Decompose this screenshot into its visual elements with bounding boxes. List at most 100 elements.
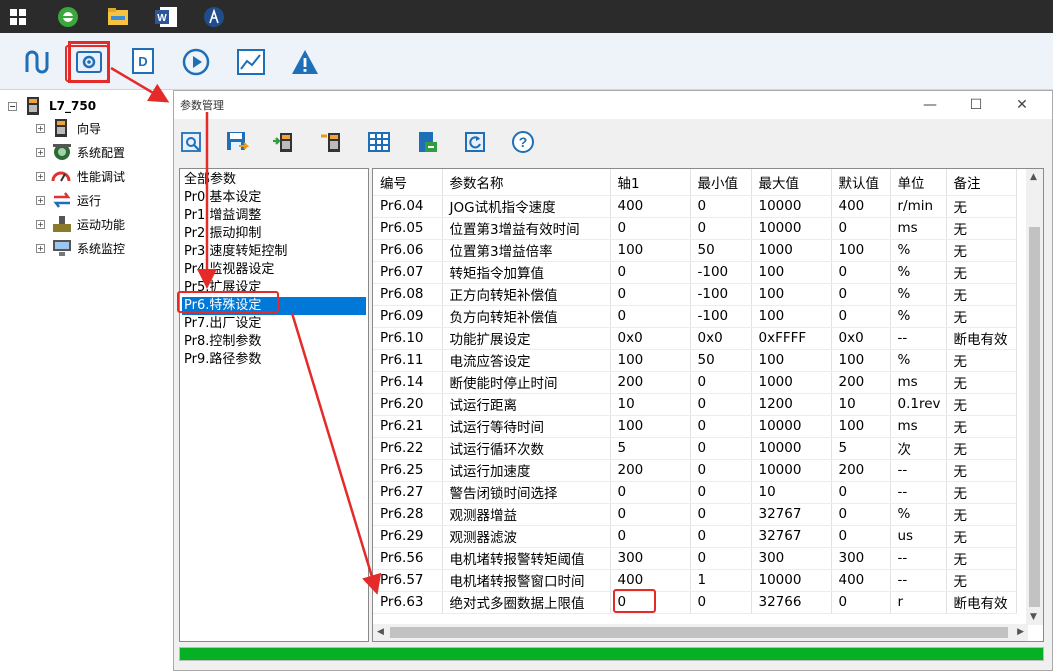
axis1-value-cell[interactable]: 200 — [610, 371, 691, 394]
column-header[interactable]: 参数名称 — [442, 169, 611, 196]
tree-item-motion-function[interactable]: + 运动功能 — [36, 213, 125, 235]
reset-icon[interactable] — [460, 127, 490, 157]
search-params-icon[interactable] — [177, 127, 207, 157]
tree-item-performance-tuning[interactable]: + 性能调试 — [36, 165, 125, 187]
axis1-value-cell[interactable]: 0 — [610, 261, 691, 284]
axis1-value-cell[interactable]: 200 — [610, 459, 691, 482]
tree-item-wizard[interactable]: + 向导 — [36, 117, 101, 139]
save-icon[interactable] — [222, 127, 252, 157]
category-item[interactable]: Pr1.增益调整 — [182, 207, 366, 225]
run-icon[interactable] — [177, 43, 215, 81]
axis1-value-cell[interactable]: 100 — [610, 349, 691, 372]
table-row[interactable]: Pr6.29 观测器滤波 0 0 32767 0 us 无 — [373, 525, 1017, 548]
expand-icon[interactable]: + — [36, 171, 45, 181]
scroll-right-icon[interactable]: ▶ — [1017, 627, 1024, 637]
tree-item-run[interactable]: + 运行 — [36, 189, 101, 211]
column-header[interactable]: 最小值 — [690, 169, 752, 196]
minimize-button[interactable]: — — [918, 95, 942, 115]
category-item[interactable]: Pr0.基本设定 — [182, 189, 366, 207]
close-button[interactable]: ✕ — [1010, 95, 1034, 115]
expand-icon[interactable]: + — [36, 219, 45, 229]
table-row[interactable]: Pr6.04 JOG试机指令速度 400 0 10000 400 r/min 无 — [373, 195, 1017, 218]
scroll-up-icon[interactable]: ▲ — [1030, 172, 1037, 182]
expand-icon[interactable]: + — [36, 123, 45, 133]
category-item[interactable]: 全部参数 — [182, 171, 366, 189]
axis1-value-cell[interactable]: 0 — [610, 481, 691, 504]
table-row[interactable]: Pr6.63 绝对式多圈数据上限值 0 0 32766 0 r 断电有效 — [373, 591, 1017, 614]
table-cell: % — [890, 239, 947, 262]
column-header[interactable]: 默认值 — [831, 169, 891, 196]
axis1-value-cell[interactable]: 0 — [610, 217, 691, 240]
category-item[interactable]: Pr2.振动抑制 — [182, 225, 366, 243]
table-row[interactable]: Pr6.06 位置第3增益倍率 100 50 1000 100% 无 — [373, 239, 1017, 262]
category-item[interactable]: Pr3.速度转矩控制 — [182, 243, 366, 261]
tree-item-label: 运动功能 — [77, 217, 126, 232]
table-row[interactable]: Pr6.08 正方向转矩补偿值 0 -100 100 0% 无 — [373, 283, 1017, 306]
word-icon[interactable]: W — [152, 3, 180, 30]
column-header[interactable]: 单位 — [890, 169, 947, 196]
alarm-icon[interactable] — [286, 43, 324, 81]
column-header[interactable]: 轴1 — [610, 169, 691, 196]
table-row[interactable]: Pr6.09 负方向转矩补偿值 0 -100 100 0% 无 — [373, 305, 1017, 328]
axis1-value-cell[interactable]: 0 — [610, 283, 691, 306]
scroll-left-icon[interactable]: ◀ — [377, 627, 384, 637]
expand-icon[interactable]: + — [36, 195, 45, 205]
category-item[interactable]: Pr4.监视器设定 — [182, 261, 366, 279]
help-icon[interactable]: ? — [508, 127, 538, 157]
table-row[interactable]: Pr6.57 电机堵转报警窗口时间 400 1 10000 400 -- 无 — [373, 569, 1017, 592]
browser-icon[interactable] — [54, 3, 82, 30]
tree-item-system-monitor[interactable]: + 系统监控 — [36, 237, 125, 259]
axis1-value-cell[interactable]: 300 — [610, 547, 691, 570]
download-icon[interactable] — [316, 127, 346, 157]
table-row[interactable]: Pr6.07 转矩指令加算值 0 -100 100 0% 无 — [373, 261, 1017, 284]
axis1-value-cell[interactable]: 10 — [610, 393, 691, 416]
grid-icon[interactable] — [364, 127, 394, 157]
scroll-down-icon[interactable]: ▼ — [1030, 612, 1037, 622]
table-row[interactable]: Pr6.11 电流应答设定 100 50 100 100% 无 — [373, 349, 1017, 372]
table-row[interactable]: Pr6.25 试运行加速度 200 0 10000 200 -- 无 — [373, 459, 1017, 482]
category-item[interactable]: Pr7.出厂设定 — [182, 315, 366, 333]
table-row[interactable]: Pr6.14 断使能时停止时间 200 0 1000 200 ms 无 — [373, 371, 1017, 394]
table-row[interactable]: Pr6.56 电机堵转报警转矩阈值 300 0 300 300 -- 无 — [373, 547, 1017, 570]
document-icon[interactable]: D — [124, 43, 162, 81]
column-header[interactable]: 最大值 — [751, 169, 832, 196]
upload-icon[interactable] — [268, 127, 298, 157]
category-item[interactable]: Pr9.路径参数 — [182, 351, 366, 369]
axis1-value-cell[interactable]: 0 — [610, 503, 691, 526]
axis1-value-cell[interactable]: 5 — [610, 437, 691, 460]
file-explorer-icon[interactable] — [104, 3, 132, 30]
windows-start-icon[interactable] — [4, 3, 32, 30]
tree-root[interactable]: − L7_750 — [8, 96, 96, 116]
table-row[interactable]: Pr6.27 警告闭锁时间选择 0 0 10 0 -- 无 — [373, 481, 1017, 504]
table-row[interactable]: Pr6.20 试运行距离 10 0 1200 10 0.1rev 无 — [373, 393, 1017, 416]
table-row[interactable]: Pr6.28 观测器增益 0 0 32767 0% 无 — [373, 503, 1017, 526]
app-icon[interactable] — [200, 3, 228, 30]
column-header[interactable]: 编号 — [373, 169, 443, 196]
export-icon[interactable] — [412, 127, 442, 157]
table-row[interactable]: Pr6.05 位置第3增益有效时间 0 0 10000 0 ms 无 — [373, 217, 1017, 240]
column-header[interactable]: 备注 — [946, 169, 1017, 196]
monitor-chart-icon[interactable] — [232, 43, 270, 81]
horizontal-scroll-thumb[interactable] — [390, 627, 1008, 638]
vertical-scrollbar[interactable]: ▲ ▼ — [1026, 169, 1043, 625]
table-row[interactable]: Pr6.22 试运行循环次数 5 0 10000 5 次无 — [373, 437, 1017, 460]
maximize-button[interactable]: ☐ — [964, 95, 988, 115]
category-item[interactable]: Pr8.控制参数 — [182, 333, 366, 351]
axis1-value-cell[interactable]: 0 — [610, 305, 691, 328]
collapse-icon[interactable]: − — [8, 101, 17, 111]
axis1-value-cell[interactable]: 400 — [610, 569, 691, 592]
vertical-scroll-thumb[interactable] — [1029, 227, 1040, 607]
tree-item-system-config[interactable]: + 系统配置 — [36, 141, 125, 163]
axis1-value-cell[interactable]: 100 — [610, 239, 691, 262]
horizontal-scrollbar[interactable]: ◀ ▶ — [373, 624, 1028, 641]
axis1-value-cell[interactable]: 0 — [610, 525, 691, 548]
expand-icon[interactable]: + — [36, 243, 45, 253]
table-row[interactable]: Pr6.21 试运行等待时间 100 0 10000 100 ms 无 — [373, 415, 1017, 438]
axis1-value-cell[interactable]: 0x0 — [610, 327, 691, 350]
connect-icon[interactable] — [18, 43, 56, 81]
axis1-value-cell[interactable]: 100 — [610, 415, 691, 438]
axis1-value-cell[interactable]: 400 — [610, 195, 691, 218]
table-row[interactable]: Pr6.10 功能扩展设定 0x0 0x0 0xFFFF 0x0 -- 断电有效 — [373, 327, 1017, 350]
expand-icon[interactable]: + — [36, 147, 45, 157]
table-cell: 无 — [946, 437, 1017, 460]
